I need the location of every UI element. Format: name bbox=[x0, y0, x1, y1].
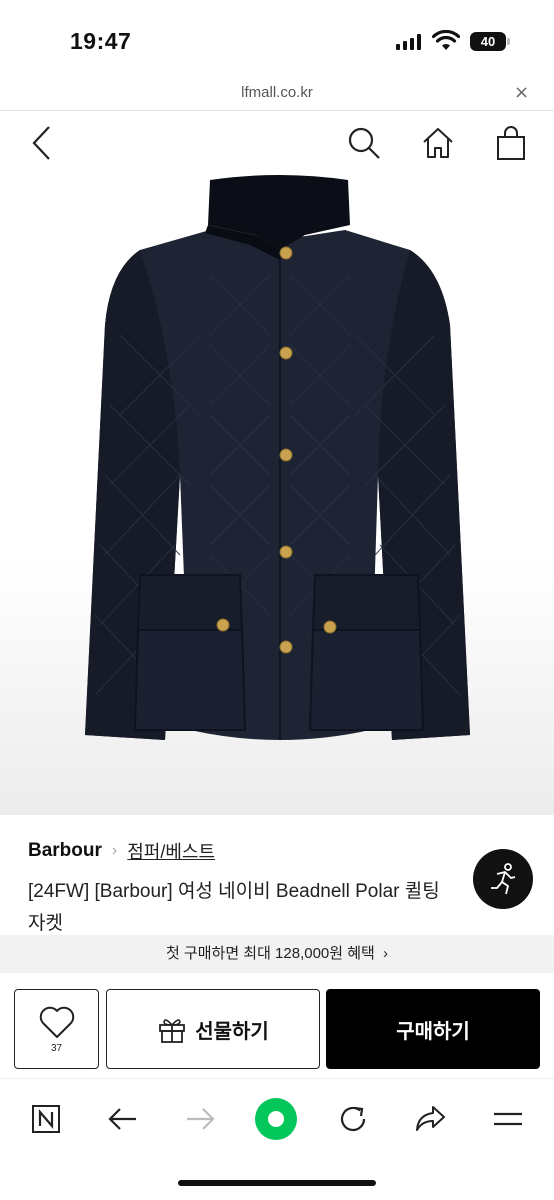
naver-n-icon[interactable] bbox=[24, 1097, 68, 1141]
url-text[interactable]: lfmall.co.kr bbox=[0, 84, 554, 101]
category-link[interactable]: 점퍼/베스트 bbox=[127, 838, 215, 864]
status-bar: 19:47 40 bbox=[0, 0, 554, 80]
status-time: 19:47 bbox=[70, 28, 132, 54]
battery-tip bbox=[507, 38, 510, 45]
breadcrumb: Barbour › 점퍼/베스트 bbox=[28, 838, 215, 864]
purchase-actions: 37 선물하기 구매하기 bbox=[14, 989, 540, 1069]
chevron-right-icon: › bbox=[111, 842, 118, 859]
gift-label: 선물하기 bbox=[195, 1018, 269, 1043]
forward-icon[interactable] bbox=[178, 1097, 222, 1141]
app-header bbox=[0, 111, 554, 175]
product-title: [24FW] [Barbour] 여성 네이비 Beadnell Polar 퀼… bbox=[28, 881, 440, 934]
buy-label: 구매하기 bbox=[396, 1018, 470, 1043]
shopping-bag-icon[interactable] bbox=[491, 123, 531, 163]
back-arrow-icon[interactable] bbox=[22, 123, 62, 163]
promo-text: 첫 구매하면 최대 128,000원 혜택 bbox=[165, 945, 375, 962]
like-count: 37 bbox=[50, 1042, 63, 1054]
heart-icon bbox=[39, 1006, 74, 1038]
cellular-signal-icon bbox=[396, 34, 421, 50]
close-icon[interactable]: × bbox=[514, 82, 529, 103]
brand-link[interactable]: Barbour bbox=[28, 840, 102, 862]
chevron-right-icon: › bbox=[383, 945, 389, 962]
home-icon[interactable] bbox=[418, 123, 458, 163]
gift-button[interactable]: 선물하기 bbox=[106, 989, 320, 1069]
green-dot-home-icon[interactable] bbox=[254, 1097, 298, 1141]
product-jacket-image bbox=[85, 175, 470, 740]
battery-icon: 40 bbox=[470, 32, 506, 51]
like-button[interactable]: 37 bbox=[14, 989, 99, 1069]
refresh-icon[interactable] bbox=[331, 1097, 375, 1141]
product-image-carousel[interactable] bbox=[0, 175, 554, 967]
share-icon[interactable] bbox=[408, 1097, 452, 1141]
url-bar: lfmall.co.kr × bbox=[0, 80, 554, 110]
wifi-icon bbox=[432, 30, 460, 50]
home-indicator bbox=[178, 1180, 376, 1186]
back-icon[interactable] bbox=[101, 1097, 145, 1141]
browser-toolbar bbox=[0, 1078, 554, 1158]
menu-icon[interactable] bbox=[486, 1097, 530, 1141]
gift-icon bbox=[159, 1019, 186, 1043]
first-purchase-banner[interactable]: 첫 구매하면 최대 128,000원 혜택 › bbox=[0, 935, 554, 973]
search-icon[interactable] bbox=[344, 123, 384, 163]
running-person-icon[interactable] bbox=[473, 849, 533, 909]
buy-button[interactable]: 구매하기 bbox=[326, 989, 540, 1069]
